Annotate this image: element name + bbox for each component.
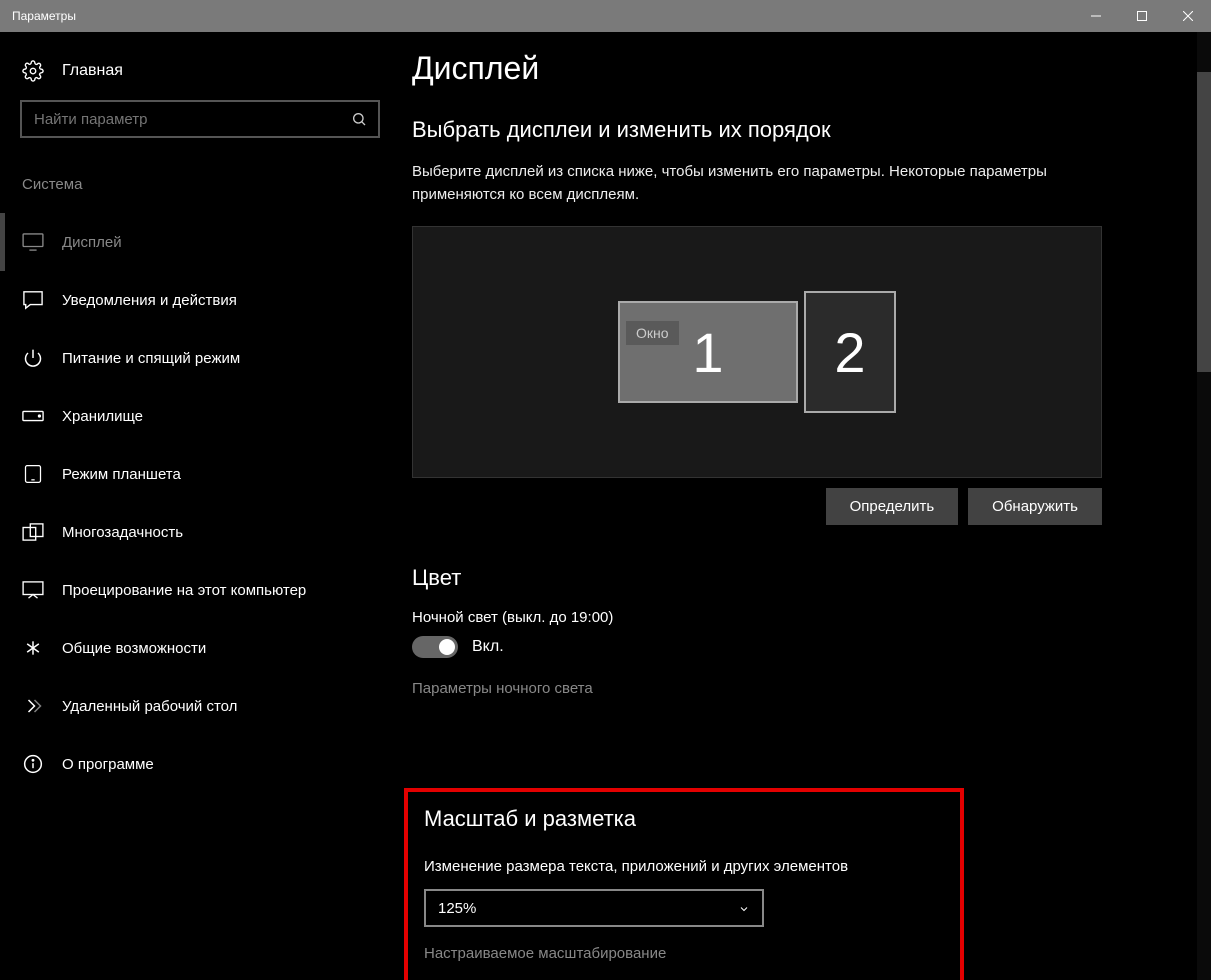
home-link[interactable]: Главная [20,52,380,100]
monitor-2-number: 2 [834,320,865,385]
sidebar-item-multitask[interactable]: Многозадачность [20,503,380,561]
window-tag: Окно [626,321,679,345]
share-icon [22,637,44,659]
display-arrangement[interactable]: Окно 1 2 [412,226,1102,478]
scale-heading: Масштаб и разметка [424,806,944,832]
close-button[interactable] [1165,0,1211,32]
sidebar-item-shared[interactable]: Общие возможности [20,619,380,677]
custom-scaling-link[interactable]: Настраиваемое масштабирование [424,945,944,962]
toggle-on-label: Вкл. [472,638,504,656]
night-light-toggle[interactable] [412,636,458,658]
sidebar-item-label: Общие возможности [62,640,206,657]
remote-icon [22,695,44,717]
arrange-description: Выберите дисплей из списка ниже, чтобы и… [412,161,1112,206]
sidebar-item-label: Уведомления и действия [62,292,237,309]
arrange-heading: Выбрать дисплеи и изменить их порядок [412,117,1181,143]
info-icon [22,753,44,775]
sidebar-item-label: Режим планшета [62,466,181,483]
sidebar-item-label: Многозадачность [62,524,183,541]
search-input-wrap[interactable] [20,100,380,138]
identify-button[interactable]: Определить [826,488,959,525]
sidebar-item-projecting[interactable]: Проецирование на этот компьютер [20,561,380,619]
scale-value: 125% [438,900,476,917]
minimize-button[interactable] [1073,0,1119,32]
sidebar-item-notifications[interactable]: Уведомления и действия [20,271,380,329]
window-title: Параметры [12,9,1073,23]
scrollbar[interactable] [1197,32,1211,980]
scale-label: Изменение размера текста, приложений и д… [424,858,944,875]
home-label: Главная [62,62,123,80]
sidebar-item-label: Питание и спящий режим [62,350,240,367]
chevron-down-icon [738,902,750,914]
sidebar-item-label: Дисплей [62,234,122,251]
sidebar-item-storage[interactable]: Хранилище [20,387,380,445]
drive-icon [22,405,44,427]
chat-icon [22,289,44,311]
multitask-icon [22,521,44,543]
maximize-button[interactable] [1119,0,1165,32]
search-input[interactable] [22,111,340,128]
sidebar-item-label: Хранилище [62,408,143,425]
page-title: Дисплей [412,50,1181,87]
scrollbar-thumb[interactable] [1197,72,1211,372]
detect-button[interactable]: Обнаружить [968,488,1102,525]
sidebar-item-label: О программе [62,756,154,773]
tablet-icon [22,463,44,485]
monitor-1-number: 1 [692,320,723,385]
sidebar-item-power[interactable]: Питание и спящий режим [20,329,380,387]
sidebar-item-display[interactable]: Дисплей [20,213,380,271]
monitor-icon [22,231,44,253]
monitor-2[interactable]: 2 [804,291,896,413]
main-panel: Дисплей Выбрать дисплеи и изменить их по… [400,32,1211,980]
sidebar-item-label: Проецирование на этот компьютер [62,582,306,599]
sidebar-item-label: Удаленный рабочий стол [62,698,237,715]
scale-dropdown[interactable]: 125% [424,889,764,927]
category-label: Система [20,176,380,193]
sidebar-item-about[interactable]: О программе [20,735,380,793]
sidebar-item-tablet[interactable]: Режим планшета [20,445,380,503]
power-icon [22,347,44,369]
scale-highlight-box: Масштаб и разметка Изменение размера тек… [404,788,964,980]
titlebar: Параметры [0,0,1211,32]
project-icon [22,579,44,601]
color-heading: Цвет [412,565,1181,591]
night-light-settings-link[interactable]: Параметры ночного света [412,680,1181,697]
search-icon [340,111,378,127]
night-light-status: Ночной свет (выкл. до 19:00) [412,609,1181,626]
sidebar: Главная Система Дисплей Уведомления и де… [0,32,400,980]
gear-icon [22,60,44,82]
monitor-1[interactable]: Окно 1 [618,301,798,403]
sidebar-item-remote[interactable]: Удаленный рабочий стол [20,677,380,735]
